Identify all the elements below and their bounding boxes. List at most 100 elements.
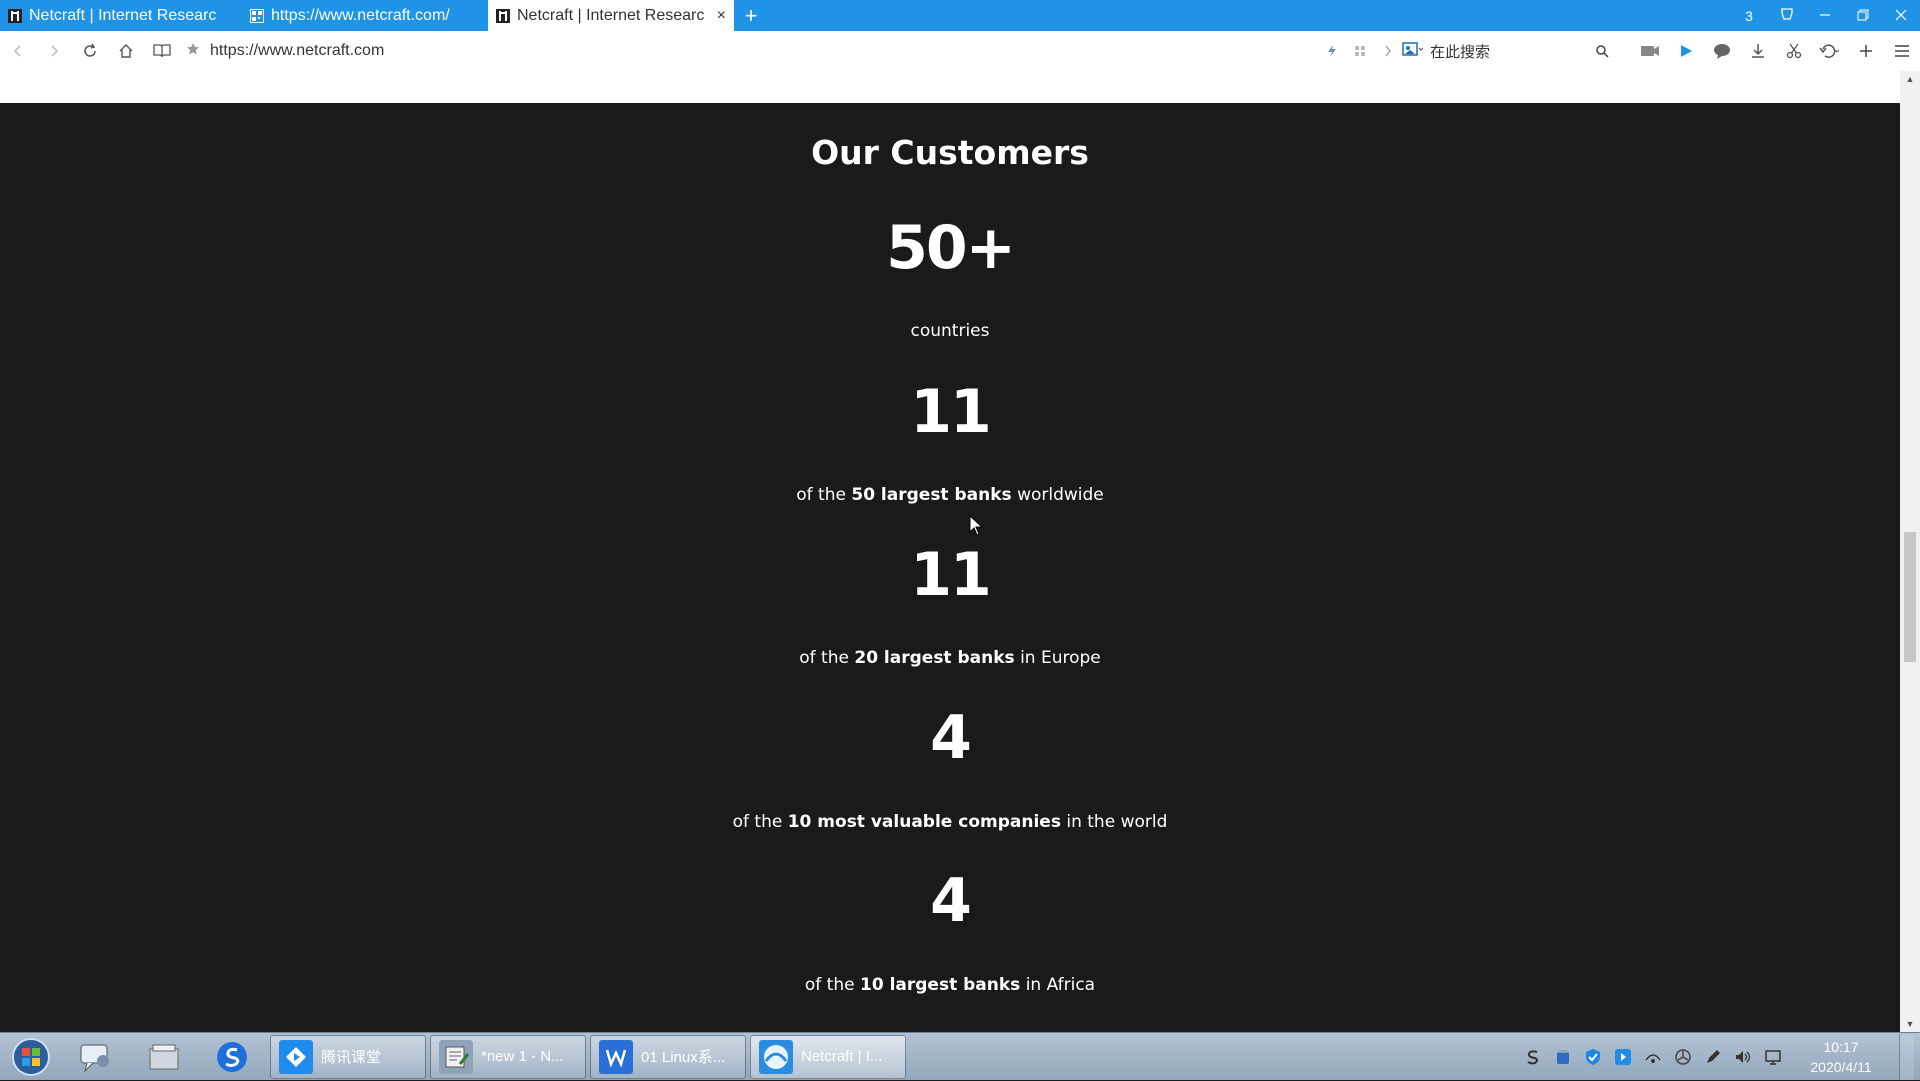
undo-icon[interactable] bbox=[1812, 31, 1848, 71]
tab-label: Netcraft | Internet Researc bbox=[517, 6, 705, 24]
download-icon[interactable] bbox=[1740, 31, 1776, 71]
system-tray: 10:17 2020/4/11 bbox=[1523, 1033, 1920, 1080]
netcraft-logo-icon bbox=[496, 8, 510, 23]
stat-description: of the 20 largest banks in Europe bbox=[0, 646, 1900, 670]
page-scrollbar[interactable]: ▲ ▼ bbox=[1900, 71, 1920, 1032]
stat-value: 50+ bbox=[886, 213, 1016, 283]
clock-time: 10:17 bbox=[1823, 1038, 1859, 1055]
scroll-thumb[interactable] bbox=[1904, 532, 1916, 662]
stat-value: 4 bbox=[930, 866, 972, 936]
tab-netcraft-url[interactable]: https://www.netcraft.com/ bbox=[242, 0, 488, 31]
stat-suffix: countries bbox=[910, 321, 990, 341]
tab-netcraft-active[interactable]: Netcraft | Internet Researc × bbox=[488, 0, 734, 31]
tab-label: Netcraft | Internet Researc bbox=[29, 6, 217, 24]
skin-icon[interactable] bbox=[1768, 7, 1806, 24]
storage-icon[interactable] bbox=[1553, 1047, 1573, 1067]
window-controls: 3 bbox=[1730, 0, 1920, 31]
windows-logo-icon bbox=[12, 1037, 50, 1076]
close-window-icon[interactable] bbox=[1882, 8, 1920, 24]
search-icon bbox=[1596, 45, 1609, 58]
stat-suffix: worldwide bbox=[1017, 485, 1104, 505]
stat-suffix: in Europe bbox=[1020, 648, 1101, 668]
taskbar-label: 01 Linux系... bbox=[641, 1049, 726, 1066]
menu-icon[interactable] bbox=[1884, 31, 1920, 71]
home-button[interactable] bbox=[108, 31, 144, 71]
new-tab-button[interactable]: + bbox=[734, 0, 768, 31]
chat-icon[interactable] bbox=[1704, 31, 1740, 71]
customers-section: Our Customers 50+ countries 11 of the 50… bbox=[0, 103, 1900, 1032]
notepad-plus-icon bbox=[439, 1039, 473, 1074]
qr-page-icon bbox=[250, 8, 264, 23]
network-icon[interactable] bbox=[1643, 1047, 1663, 1067]
windows-taskbar: 腾讯课堂 *new 1 - N... 01 Linux系... Netcraft… bbox=[0, 1032, 1920, 1080]
address-bar[interactable]: https://www.netcraft.com bbox=[186, 42, 1286, 61]
chat-app-icon[interactable] bbox=[62, 1033, 130, 1081]
scissors-icon[interactable] bbox=[1776, 31, 1812, 71]
forward-button[interactable] bbox=[36, 31, 72, 71]
book-icon bbox=[153, 44, 171, 58]
volume-icon[interactable] bbox=[1733, 1047, 1753, 1067]
toolbar-right: 在此搜索 bbox=[1318, 31, 1920, 71]
system-clock[interactable]: 10:17 2020/4/11 bbox=[1793, 1037, 1889, 1077]
fan-icon[interactable] bbox=[1673, 1047, 1693, 1067]
taskbar-label: Netcraft | I... bbox=[801, 1048, 883, 1065]
search-button[interactable] bbox=[1572, 31, 1632, 71]
search-input[interactable]: 在此搜索 bbox=[1402, 41, 1572, 62]
pen-icon[interactable] bbox=[1703, 1047, 1723, 1067]
flash-icon[interactable] bbox=[1318, 31, 1346, 71]
taskbar-button-browser[interactable]: Netcraft | I... bbox=[750, 1034, 906, 1079]
stat-prefix: of the bbox=[799, 648, 849, 668]
tencent-classroom-icon bbox=[279, 1039, 313, 1074]
url-text[interactable]: https://www.netcraft.com bbox=[210, 42, 384, 60]
browser-toolbar: https://www.netcraft.com 在此搜索 bbox=[0, 31, 1920, 71]
taskbar-label: 腾讯课堂 bbox=[321, 1049, 382, 1066]
close-tab-icon[interactable]: × bbox=[717, 7, 726, 25]
mouse-cursor-icon bbox=[969, 514, 985, 542]
taskbar-button-wps[interactable]: 01 Linux系... bbox=[590, 1034, 746, 1079]
show-desktop-button[interactable] bbox=[1899, 1033, 1914, 1080]
chevron-right-icon[interactable] bbox=[1374, 31, 1402, 71]
shield-icon[interactable] bbox=[1583, 1047, 1603, 1067]
home-icon bbox=[119, 44, 133, 58]
file-manager-icon[interactable] bbox=[130, 1033, 198, 1081]
tab-netcraft-1[interactable]: Netcraft | Internet Researc bbox=[0, 0, 242, 31]
tencent-tray-icon[interactable] bbox=[1613, 1047, 1633, 1067]
stat-suffix: in the world bbox=[1066, 812, 1168, 832]
reload-button[interactable] bbox=[72, 31, 108, 71]
tab-count-badge[interactable]: 3 bbox=[1730, 8, 1768, 24]
stat-description: of the 50 largest banks worldwide bbox=[0, 483, 1900, 507]
display-icon[interactable] bbox=[1763, 1047, 1783, 1067]
taskbar-button-tencent-classroom[interactable]: 腾讯课堂 bbox=[270, 1034, 426, 1079]
bookmark-star-icon[interactable] bbox=[186, 42, 200, 61]
grid-app-icon[interactable] bbox=[1346, 31, 1374, 71]
taskbar-button-notepad[interactable]: *new 1 - N... bbox=[430, 1034, 586, 1079]
forward-arrow-icon bbox=[51, 45, 59, 57]
stat-highlight: 50 largest banks bbox=[851, 485, 1012, 505]
page-header-strip bbox=[0, 71, 1900, 103]
back-arrow-icon bbox=[13, 45, 21, 57]
scroll-down-icon[interactable]: ▼ bbox=[1900, 1016, 1920, 1032]
stat-highlight: 10 largest banks bbox=[860, 975, 1021, 995]
play-icon[interactable] bbox=[1668, 31, 1704, 71]
stat-highlight: 10 most valuable companies bbox=[787, 812, 1061, 832]
stat-description: of the 10 most valuable companies in the… bbox=[0, 810, 1900, 834]
start-button[interactable] bbox=[0, 1033, 62, 1081]
tab-label: https://www.netcraft.com/ bbox=[271, 6, 450, 24]
stat-prefix: of the bbox=[732, 812, 783, 832]
sogou-input-icon[interactable] bbox=[1523, 1047, 1543, 1067]
browser-tab-bar: Netcraft | Internet Researc https://www.… bbox=[0, 0, 1920, 31]
reading-mode-button[interactable] bbox=[144, 31, 180, 71]
search-engine-icon[interactable] bbox=[1402, 41, 1424, 61]
sogou-browser-icon[interactable] bbox=[198, 1033, 266, 1081]
restore-icon[interactable] bbox=[1844, 8, 1882, 24]
plus-icon[interactable] bbox=[1848, 31, 1884, 71]
section-title: Our Customers bbox=[811, 133, 1089, 172]
stat-description: of the 10 largest banks in Africa bbox=[0, 973, 1900, 997]
stat-prefix: of the bbox=[804, 975, 855, 995]
back-button[interactable] bbox=[0, 31, 36, 71]
reload-icon bbox=[84, 43, 96, 57]
wps-writer-icon bbox=[599, 1039, 633, 1074]
video-icon[interactable] bbox=[1632, 31, 1668, 71]
scroll-up-icon[interactable]: ▲ bbox=[1900, 71, 1920, 87]
minimize-icon[interactable] bbox=[1806, 8, 1844, 24]
